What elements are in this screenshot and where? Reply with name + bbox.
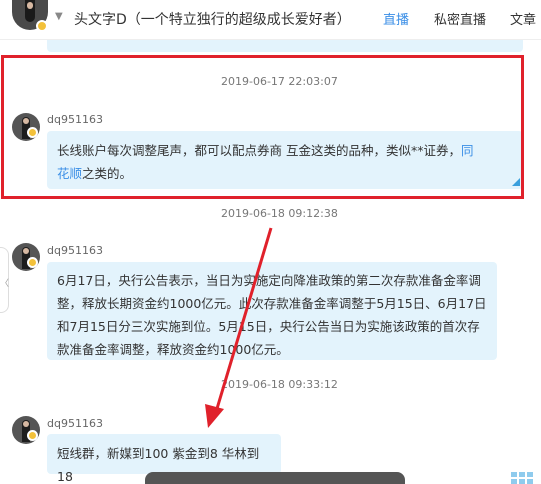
grid-cell [519,479,525,484]
grid-cell [519,472,525,477]
grid-icon[interactable] [511,470,533,484]
grid-cell [511,479,517,484]
grid-cell [527,472,533,477]
annotation-arrow-icon [205,227,273,428]
bottom-toolbar[interactable] [145,472,405,484]
grid-cell [527,479,533,484]
grid-cell [511,472,517,477]
